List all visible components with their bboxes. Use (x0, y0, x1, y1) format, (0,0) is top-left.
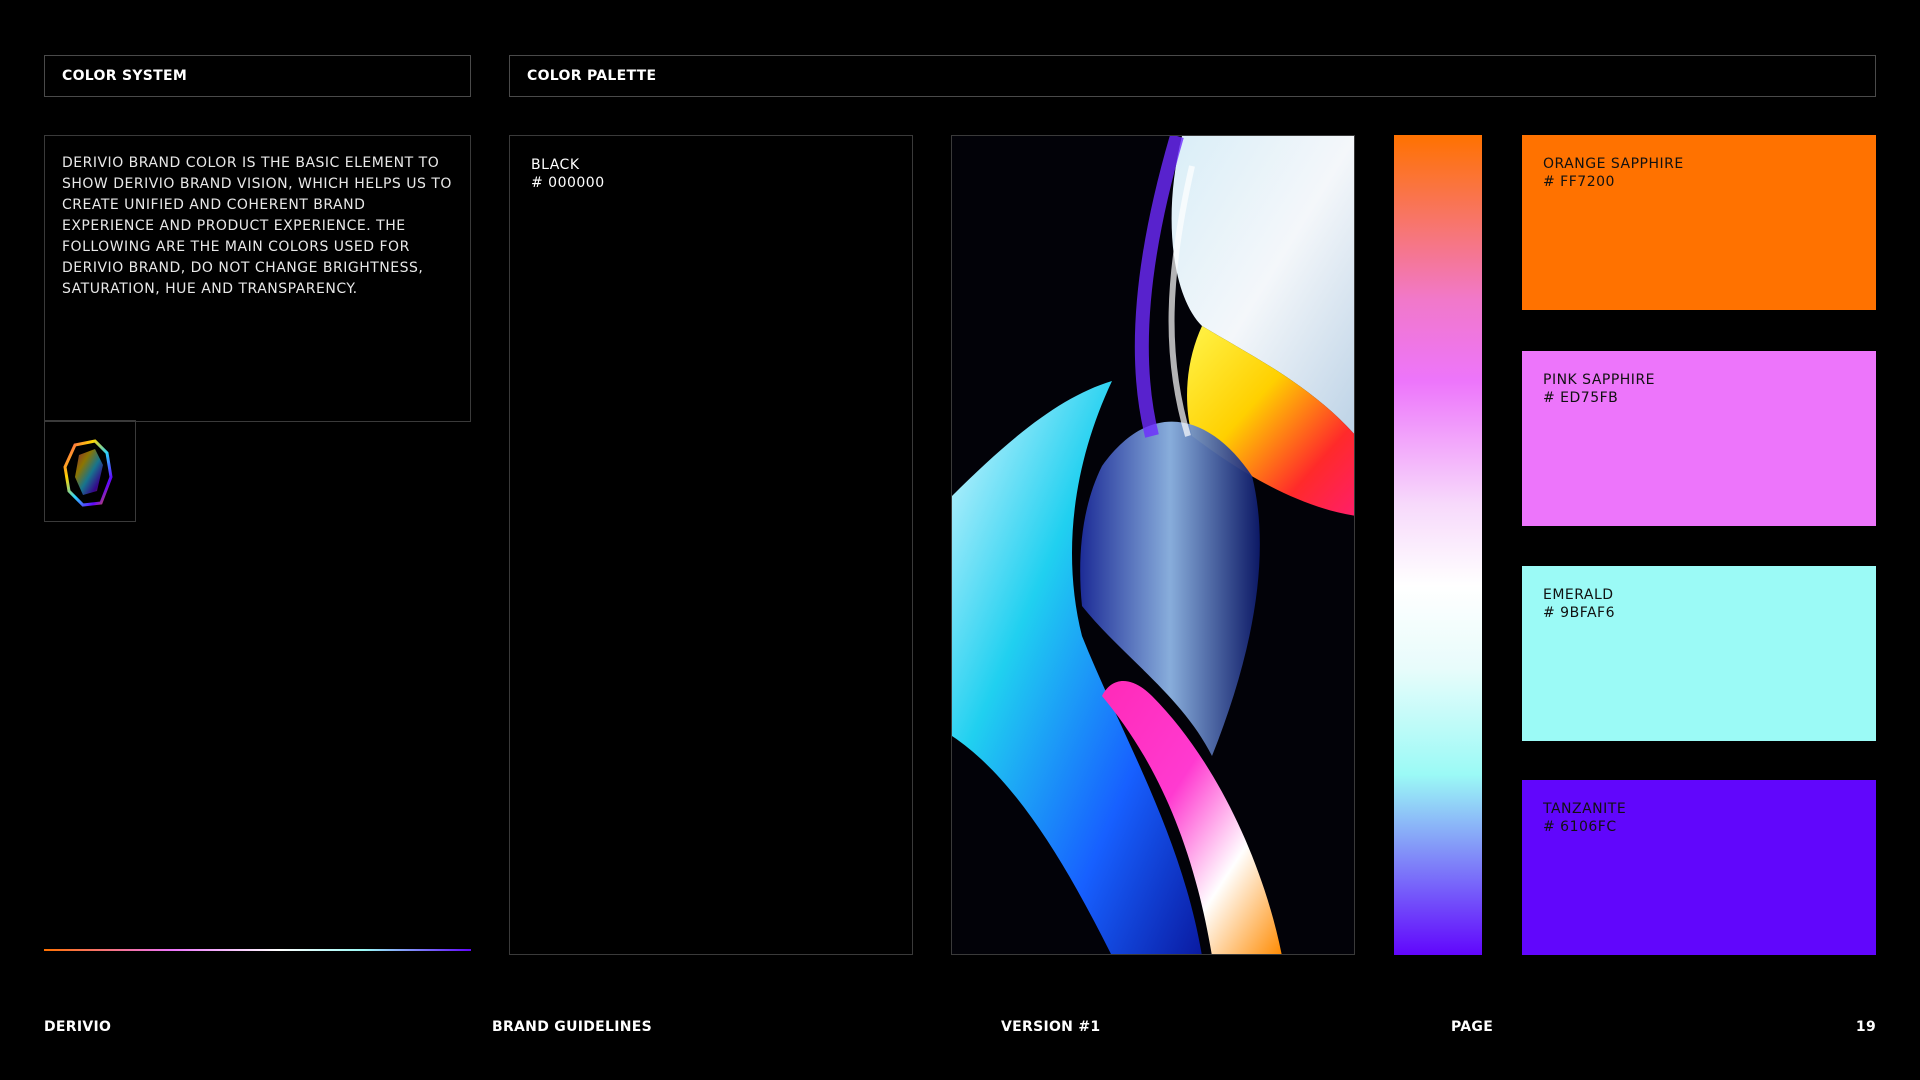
swatch-code: # 6106FC (1543, 819, 1617, 835)
gradient-strip (1394, 135, 1482, 955)
crystal-thumbnail (44, 420, 136, 522)
footer-page-label: PAGE (1451, 1019, 1494, 1035)
section-header-color-system: COLOR SYSTEM (44, 55, 471, 97)
footer-doc-title: BRAND GUIDELINES (492, 1019, 653, 1035)
swatch-pink-sapphire: PINK SAPPHIRE # ED75FB (1522, 351, 1876, 526)
swatch-code: # 000000 (531, 175, 605, 191)
swatch-code: # FF7200 (1543, 174, 1615, 190)
footer-version: VERSION #1 (1001, 1019, 1101, 1035)
section-title: COLOR PALETTE (527, 68, 657, 84)
section-title: COLOR SYSTEM (62, 68, 188, 84)
swatch-code: # 9BFAF6 (1543, 605, 1615, 621)
footer-brand: DERIVIO (44, 1019, 112, 1035)
swatch-tanzanite: TANZANITE # 6106FC (1522, 780, 1876, 955)
swatch-name: ORANGE SAPPHIRE (1543, 156, 1684, 172)
gradient-divider (44, 949, 471, 951)
swatch-name: PINK SAPPHIRE (1543, 372, 1656, 388)
swatch-orange-sapphire: ORANGE SAPPHIRE # FF7200 (1522, 135, 1876, 310)
swatch-code: # ED75FB (1543, 390, 1619, 406)
iridescent-abstract-image (952, 136, 1354, 954)
swatch-name: BLACK (531, 157, 580, 173)
swatch-name: TANZANITE (1543, 801, 1627, 817)
footer-page-number: 19 (1855, 1019, 1876, 1035)
abstract-image (951, 135, 1355, 955)
description-panel: DERIVIO BRAND COLOR IS THE BASIC ELEMENT… (44, 135, 471, 422)
description-text: DERIVIO BRAND COLOR IS THE BASIC ELEMENT… (62, 155, 452, 297)
swatch-black: BLACK # 000000 (509, 135, 913, 955)
swatch-emerald: EMERALD # 9BFAF6 (1522, 566, 1876, 741)
crystal-icon (63, 439, 113, 507)
swatch-name: EMERALD (1543, 587, 1614, 603)
section-header-color-palette: COLOR PALETTE (509, 55, 1876, 97)
